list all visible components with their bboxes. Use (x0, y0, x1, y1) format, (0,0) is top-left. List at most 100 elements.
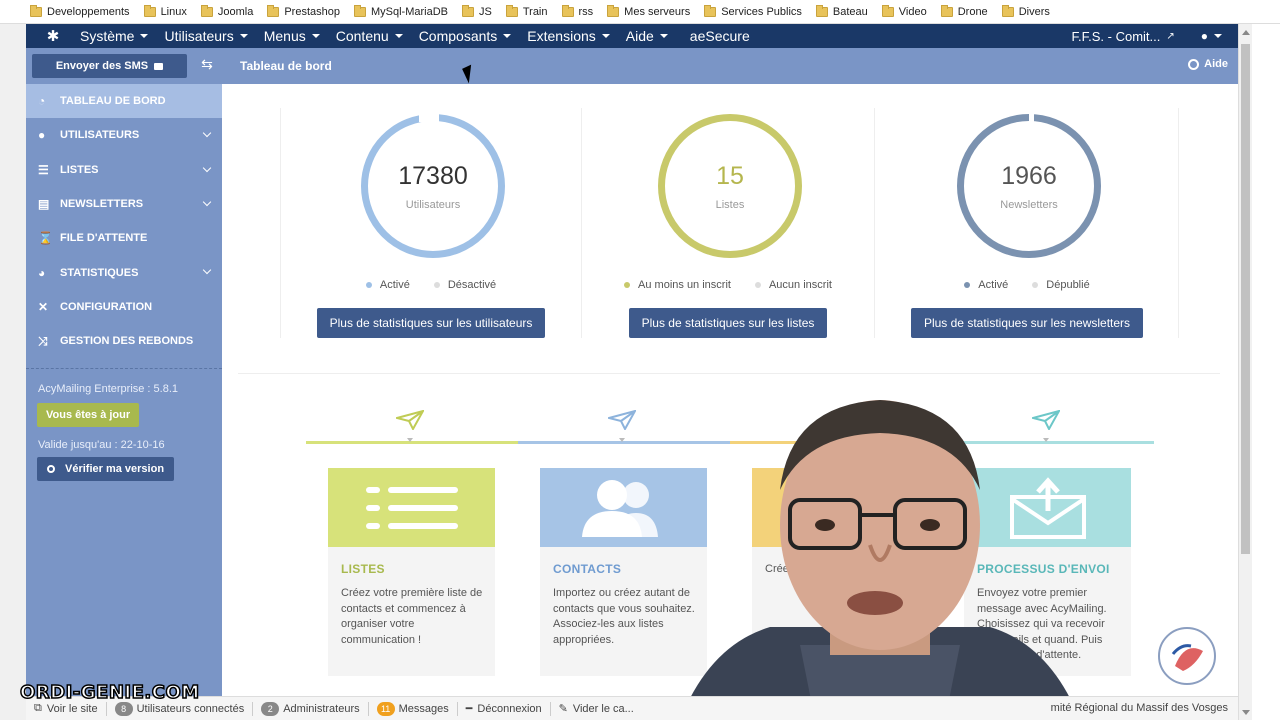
lifebuoy-icon (1188, 58, 1200, 70)
admin-top-menu: ✱ Système Utilisateurs Menus Contenu Com… (26, 24, 1238, 48)
bookmark-item[interactable]: Train (505, 4, 548, 18)
sidebar-item-newsletters[interactable]: ▤ NEWSLETTERS (26, 187, 222, 221)
newsletters-label: Newsletters (1000, 198, 1058, 211)
ordi-genie-watermark: ORDI-GENIE.COM (19, 681, 200, 704)
presenter-webcam-overlay (680, 400, 1080, 720)
menu-composants[interactable]: Composants (419, 28, 512, 44)
bookmark-item[interactable]: JS (462, 4, 492, 18)
legend-item: Au moins un inscrit (624, 279, 731, 291)
ffs-stamp-logo (1158, 627, 1216, 685)
bookmark-item[interactable]: Mes serveurs (607, 4, 690, 18)
menu-extensions[interactable]: Extensions (527, 28, 610, 44)
menu-systeme[interactable]: Système (80, 28, 149, 44)
users-icon: ● (38, 128, 46, 143)
external-link-icon[interactable]: ↗ (1166, 31, 1174, 42)
list-icon (365, 486, 458, 529)
status-footer: ⧉ Voir le site 8 Utilisateurs connectés 2A… (26, 696, 1238, 720)
sidebar-item-users[interactable]: ● UTILISATEURS (26, 118, 222, 152)
tools-icon: ✕ (38, 299, 49, 314)
folder-icon (1001, 4, 1014, 17)
footer-copyright: mité Régional du Massif des Vosges (1050, 702, 1228, 714)
legend-item: Activé (964, 279, 1008, 291)
broom-icon: ✎ (558, 703, 568, 715)
folder-icon (505, 4, 518, 17)
toggle-sidebar-icon[interactable]: ⇆ (192, 56, 222, 73)
bookmark-item[interactable]: Video (881, 4, 927, 18)
verify-version-button[interactable]: Vérifier ma version (37, 457, 175, 482)
legend-item: Désactivé (433, 279, 496, 291)
scroll-up-icon[interactable] (1242, 30, 1250, 35)
lists-legend: Au moins un inscrit Aucun inscrit (581, 279, 875, 291)
bookmark-item[interactable]: Joomla (200, 4, 253, 18)
joomla-logo-icon[interactable]: ✱ (26, 27, 80, 45)
newsletters-legend: Activé Dépublié (880, 279, 1174, 291)
view-site-link[interactable]: ⧉ Voir le site (34, 702, 98, 715)
bookmark-item[interactable]: rss (561, 4, 593, 18)
menu-menus[interactable]: Menus (264, 28, 320, 44)
sidebar-item-statistics[interactable]: ◕ STATISTIQUES (26, 255, 222, 289)
ring-gap (419, 113, 439, 122)
connected-users-link[interactable]: 8 Utilisateurs connectés (114, 701, 244, 716)
minus-icon: ━ (465, 703, 473, 715)
step-pointer (619, 438, 625, 442)
sidebar-item-bounces[interactable]: ⤨ GESTION DES REBONDS (26, 324, 222, 358)
folder-icon (607, 4, 620, 17)
menu-aide[interactable]: Aide (626, 28, 668, 44)
ring-gap (1029, 113, 1034, 122)
stat-card-newsletters: 1966 Newsletters Activé Dépublié Plus de… (880, 104, 1174, 340)
chevron-down-icon (202, 197, 212, 207)
stat-card-users: 17380 Utilisateurs Activé Désactivé Plus… (284, 104, 578, 340)
users-icon (581, 479, 658, 537)
admins-count-badge: 2 (261, 701, 280, 716)
user-menu[interactable]: ● (1201, 29, 1222, 43)
up-to-date-badge[interactable]: Vous êtes à jour (37, 403, 140, 428)
scroll-thumb[interactable] (1241, 44, 1250, 554)
page-title: Tableau de bord (240, 59, 332, 73)
logout-link[interactable]: ━ Déconnexion (465, 702, 542, 716)
menu-utilisateurs[interactable]: Utilisateurs (164, 28, 248, 44)
divider (280, 108, 281, 338)
scroll-down-icon[interactable] (1242, 710, 1250, 715)
site-link[interactable]: F.F.S. - Comit... (1072, 29, 1161, 44)
users-stats-button[interactable]: Plus de statistiques sur les utilisateur… (316, 308, 546, 338)
newsletter-icon: ▤ (38, 197, 50, 212)
sidebar-item-queue[interactable]: ⌛ FILE D'ATTENTE (26, 221, 222, 255)
separator (252, 701, 254, 716)
bookmark-item[interactable]: Developpements (30, 4, 130, 18)
bookmark-item[interactable]: Divers (1001, 4, 1050, 18)
menu-aesecure[interactable]: aeSecure (690, 28, 750, 44)
vertical-scrollbar[interactable] (1238, 24, 1252, 720)
bookmark-item[interactable]: Bateau (815, 4, 868, 18)
search-icon (47, 465, 55, 474)
send-sms-button[interactable]: Envoyer des SMS (32, 54, 187, 78)
newsletters-count: 1966 (1001, 161, 1057, 190)
sidebar-item-dashboard[interactable]: ◔ TABLEAU DE BORD (26, 84, 222, 119)
administrators-link[interactable]: 2 Administrateurs (261, 701, 360, 716)
folder-icon (353, 4, 366, 17)
messages-link[interactable]: 11 Messages (376, 701, 449, 716)
clear-cache-link[interactable]: ✎ Vider le ca... (558, 702, 634, 716)
shuffle-icon: ⤨ (38, 333, 48, 348)
help-button[interactable]: Aide (1188, 58, 1228, 70)
users-count-badge: 8 (114, 701, 133, 716)
users-label: Utilisateurs (405, 198, 461, 211)
newsletters-stats-button[interactable]: Plus de statistiques sur les newsletters (910, 308, 1144, 338)
bookmark-item[interactable]: Drone (940, 4, 988, 18)
bookmark-item[interactable]: Linux (143, 4, 187, 18)
lists-stats-button[interactable]: Plus de statistiques sur les listes (628, 308, 828, 338)
messages-count-badge: 11 (376, 701, 395, 716)
divider (1178, 108, 1179, 338)
folder-icon (704, 4, 717, 17)
bookmark-item[interactable]: MySql-MariaDB (353, 4, 448, 18)
external-link-icon: ⧉ (34, 702, 42, 714)
bookmark-item[interactable]: Services Publics (704, 4, 802, 18)
bookmark-item[interactable]: Prestashop (267, 4, 340, 18)
menu-contenu[interactable]: Contenu (336, 28, 403, 44)
lists-tile[interactable]: LISTES Créez votre première liste de con… (328, 468, 495, 676)
user-icon: ● (1200, 29, 1208, 43)
list-icon: ☰ (38, 162, 49, 177)
sidebar-item-lists[interactable]: ☰ LISTES (26, 153, 222, 187)
folder-icon (30, 4, 42, 17)
folder-icon (200, 4, 213, 17)
sidebar-item-configuration[interactable]: ✕ CONFIGURATION (26, 290, 222, 324)
